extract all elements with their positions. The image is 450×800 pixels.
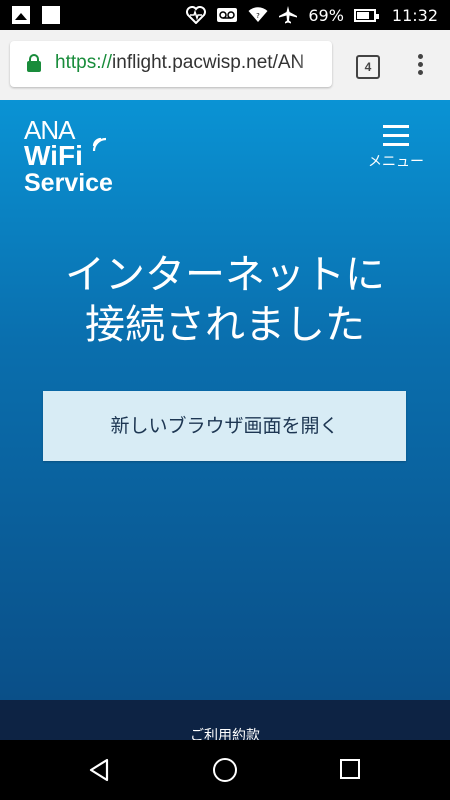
hamburger-icon <box>383 125 409 146</box>
wifi-icon: ? <box>248 5 268 25</box>
tab-switcher-button[interactable]: 4 <box>356 55 380 79</box>
home-icon[interactable] <box>213 758 237 782</box>
clock: 11:32 <box>391 5 438 25</box>
headline-line-1: インターネットに <box>65 252 385 298</box>
recents-icon[interactable] <box>340 759 360 779</box>
status-bar: ? 69% 11:32 <box>0 0 450 30</box>
address-bar[interactable]: https://inflight.pacwisp.net/AN <box>10 41 332 87</box>
svg-text:?: ? <box>256 12 260 20</box>
lock-icon <box>27 54 41 72</box>
menu-button[interactable]: メニュー <box>366 125 426 175</box>
voicemail-icon <box>216 5 238 25</box>
airplane-icon <box>278 5 298 25</box>
logo-service-text: Service <box>24 169 113 197</box>
wifi-arcs-icon <box>92 137 107 152</box>
terms-of-use-link[interactable]: ご利用約款 <box>0 725 450 740</box>
menu-label: メニュー <box>368 154 424 170</box>
url-scheme: https:// <box>55 52 113 73</box>
battery-icon <box>353 8 379 22</box>
page-content: ANA WiFi Service メニュー インターネットに 接続されました 新… <box>0 100 450 700</box>
system-navigation-bar <box>0 740 450 800</box>
url-host: inflight.pacwisp.net/AN <box>112 52 305 73</box>
image-icon <box>12 6 30 24</box>
url-text[interactable]: https://inflight.pacwisp.net/AN <box>55 52 325 74</box>
overflow-menu-icon[interactable] <box>416 54 424 78</box>
browser-toolbar: https://inflight.pacwisp.net/AN 4 <box>0 30 450 100</box>
notification-square-icon <box>42 6 60 24</box>
ana-wifi-logo: ANA WiFi Service <box>24 117 113 197</box>
battery-percent: 69% <box>308 5 344 25</box>
footer: ご利用約款 <box>0 700 450 740</box>
open-new-browser-button[interactable]: 新しいブラウザ画面を開く <box>43 391 406 461</box>
headline-line-2: 接続されました <box>85 302 365 348</box>
back-icon[interactable] <box>88 758 110 782</box>
heart-monitor-icon <box>186 5 207 25</box>
page-title: インターネットに 接続されました <box>0 250 450 350</box>
logo-wifi-text: WiFi <box>24 140 83 171</box>
